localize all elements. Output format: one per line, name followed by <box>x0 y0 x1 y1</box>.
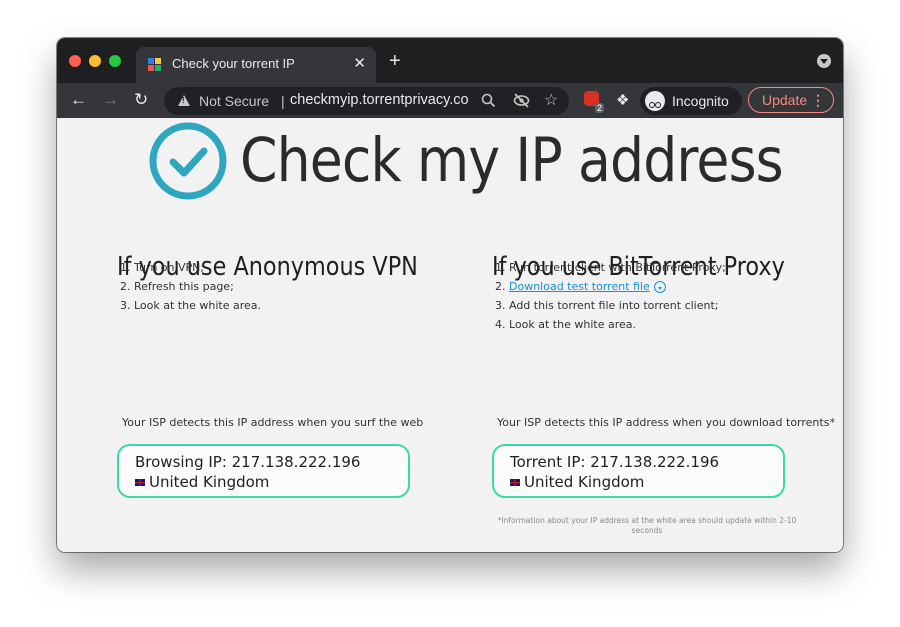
list-item: 4. Look at the white area. <box>495 318 636 331</box>
eye-off-icon[interactable] <box>513 93 530 111</box>
list-item: 1. Turn on VPN; <box>120 261 205 274</box>
browser-window: Check your torrent IP ✕ + ← → ↻ Not Secu… <box>57 38 843 552</box>
incognito-icon <box>645 91 665 111</box>
download-icon[interactable] <box>653 281 666 293</box>
proxy-steps-list: 1. Run torrent client with BitTorrent Pr… <box>495 258 726 334</box>
vpn-steps-list: 1. Turn on VPN; 2. Refresh this page; 3.… <box>120 258 261 315</box>
incognito-indicator[interactable]: Incognito <box>640 87 742 115</box>
step-number: 2. <box>495 280 509 293</box>
address-separator: | <box>281 93 285 109</box>
menu-kebab-icon[interactable]: ⋮ <box>811 92 825 109</box>
update-footnote: *Information about your IP address at th… <box>497 516 797 535</box>
tab-close-icon[interactable]: ✕ <box>353 55 366 73</box>
list-item: 1. Run torrent client with BitTorrent Pr… <box>495 261 726 274</box>
maximize-window-button[interactable] <box>109 55 121 67</box>
tab-search-icon[interactable] <box>817 54 831 68</box>
tab-strip: Check your torrent IP ✕ + <box>57 38 843 83</box>
site-favicon-icon <box>148 58 162 72</box>
warning-icon <box>178 95 190 106</box>
browsing-ip-text: Browsing IP: 217.138.222.196 <box>135 453 361 471</box>
torrent-ip-text: Torrent IP: 217.138.222.196 <box>510 453 720 471</box>
update-label: Update <box>762 92 808 108</box>
tab-active[interactable]: Check your torrent IP ✕ <box>136 47 376 83</box>
browsing-ip-box: Browsing IP: 217.138.222.196 United King… <box>117 444 410 498</box>
browsing-country: United Kingdom <box>135 473 269 491</box>
security-label[interactable]: Not Secure <box>199 93 269 109</box>
country-name: United Kingdom <box>524 473 645 491</box>
address-bar[interactable]: Not Secure | checkmyip.torrentprivacy.co… <box>164 87 569 115</box>
check-circle-logo-icon <box>149 122 227 200</box>
close-window-button[interactable] <box>69 55 81 67</box>
zoom-icon[interactable] <box>481 93 496 111</box>
back-arrow-icon[interactable]: ← <box>70 91 87 109</box>
extensions-puzzle-icon[interactable]: ❖ <box>616 91 629 109</box>
page-title: Check my IP address <box>240 125 784 196</box>
vpn-isp-note: Your ISP detects this IP address when yo… <box>122 416 424 429</box>
incognito-label: Incognito <box>672 93 729 109</box>
url-text[interactable]: checkmyip.torrentprivacy.com <box>290 92 468 108</box>
list-item: 2. Refresh this page; <box>120 280 234 293</box>
uk-flag-icon <box>510 479 520 486</box>
new-tab-button[interactable]: + <box>389 51 401 71</box>
download-torrent-link[interactable]: Download test torrent file <box>509 280 650 293</box>
extension-badge-count: 2 <box>595 103 605 113</box>
tab-title: Check your torrent IP <box>172 56 295 71</box>
proxy-isp-note: Your ISP detects this IP address when yo… <box>497 416 835 429</box>
reload-icon[interactable]: ↻ <box>134 91 148 109</box>
list-item: 2. Download test torrent file <box>495 277 726 296</box>
forward-arrow-icon[interactable]: → <box>102 91 119 109</box>
list-item: 3. Look at the white area. <box>120 299 261 312</box>
browser-toolbar: ← → ↻ Not Secure | checkmyip.torrentpriv… <box>57 83 843 118</box>
list-item: 3. Add this torrent file into torrent cl… <box>495 299 719 312</box>
uk-flag-icon <box>135 479 145 486</box>
minimize-window-button[interactable] <box>89 55 101 67</box>
torrent-ip-box: Torrent IP: 217.138.222.196 United Kingd… <box>492 444 785 498</box>
update-button[interactable]: Update ⋮ <box>748 87 834 113</box>
torrent-country: United Kingdom <box>510 473 644 491</box>
country-name: United Kingdom <box>149 473 270 491</box>
bookmark-star-icon[interactable]: ☆ <box>544 93 558 109</box>
